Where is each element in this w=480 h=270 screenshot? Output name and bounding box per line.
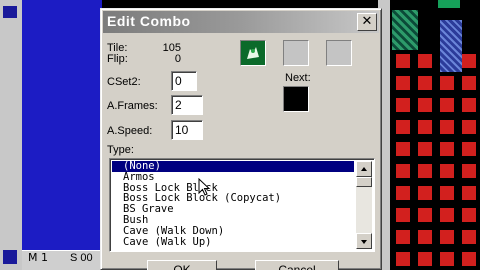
next-label: Next: xyxy=(285,72,311,84)
type-listbox[interactable]: (None) Armos Boss Lock Block Boss Lock Bloc… xyxy=(109,158,375,252)
type-list-items: (None) Armos Boss Lock Block Boss Lock Bloc… xyxy=(112,161,354,247)
palette-tile[interactable] xyxy=(418,186,432,200)
green-marker-icon xyxy=(438,0,460,8)
close-button[interactable]: ✕ xyxy=(357,13,377,31)
palette-tile[interactable] xyxy=(440,208,454,222)
aspeed-field[interactable]: 10 xyxy=(171,120,203,140)
dialog-titlebar[interactable]: Edit Combo ✕ xyxy=(103,11,379,33)
palette-tile[interactable] xyxy=(418,54,432,68)
cancel-button[interactable]: Cancel xyxy=(255,260,339,270)
type-option[interactable]: Cave (Walk Down) xyxy=(112,225,354,237)
dialog-title: Edit Combo xyxy=(107,13,191,29)
cset2-field[interactable]: 0 xyxy=(171,71,197,91)
type-option[interactable]: Armos xyxy=(112,171,354,183)
palette-tile[interactable] xyxy=(462,230,476,244)
left-toolbar-strip xyxy=(0,0,22,270)
close-icon: ✕ xyxy=(361,14,373,29)
type-option[interactable]: BS Grave xyxy=(112,204,354,215)
palette-tile[interactable] xyxy=(396,142,410,156)
palette-tile[interactable] xyxy=(462,186,476,200)
palette-tile[interactable] xyxy=(396,54,410,68)
scroll-down-button[interactable] xyxy=(356,233,372,249)
palette-tile[interactable] xyxy=(418,252,432,266)
green-creature-icon xyxy=(241,41,265,65)
palette-tile[interactable] xyxy=(396,120,410,134)
scroll-thumb[interactable] xyxy=(356,177,372,187)
palette-tile[interactable] xyxy=(462,76,476,90)
palette-tile[interactable] xyxy=(418,76,432,90)
palette-tile[interactable] xyxy=(418,164,432,178)
palette-tile[interactable] xyxy=(440,252,454,266)
palette-tile[interactable] xyxy=(418,230,432,244)
aframes-field[interactable]: 2 xyxy=(171,95,203,115)
combo-tile-palette[interactable] xyxy=(392,50,480,270)
palette-tile[interactable] xyxy=(440,120,454,134)
palette-tile[interactable] xyxy=(462,142,476,156)
cset2-label: CSet2: xyxy=(107,76,141,88)
palette-tile[interactable] xyxy=(462,164,476,178)
palette-tile[interactable] xyxy=(440,164,454,178)
palette-tile[interactable] xyxy=(396,252,410,266)
palette-tile[interactable] xyxy=(462,120,476,134)
type-scrollbar[interactable] xyxy=(356,161,372,249)
combo-slot-3[interactable] xyxy=(326,40,352,66)
scroll-up-button[interactable] xyxy=(356,161,372,177)
palette-tile[interactable] xyxy=(462,98,476,112)
mouse-cursor-icon xyxy=(198,178,211,196)
palette-tile[interactable] xyxy=(440,186,454,200)
blue-tile-icon[interactable] xyxy=(440,20,462,72)
palette-tile[interactable] xyxy=(462,208,476,222)
palette-tile[interactable] xyxy=(418,120,432,134)
flip-value: 0 xyxy=(174,53,181,65)
ok-button[interactable]: OK xyxy=(147,260,217,270)
palette-tile[interactable] xyxy=(440,98,454,112)
palette-tile[interactable] xyxy=(440,76,454,90)
type-option[interactable]: Cave (Walk Up) xyxy=(112,236,354,248)
next-combo-preview[interactable] xyxy=(283,86,309,112)
palette-tile[interactable] xyxy=(396,208,410,222)
palette-tile[interactable] xyxy=(418,208,432,222)
palette-tile[interactable] xyxy=(462,252,476,266)
palette-tile[interactable] xyxy=(396,230,410,244)
palette-tile[interactable] xyxy=(462,54,476,68)
green-tile-icon[interactable] xyxy=(392,10,418,50)
palette-tile[interactable] xyxy=(440,142,454,156)
combo-slot-2[interactable] xyxy=(283,40,309,66)
palette-tile[interactable] xyxy=(396,164,410,178)
palette-tile[interactable] xyxy=(418,142,432,156)
palette-tile[interactable] xyxy=(396,76,410,90)
map-view[interactable] xyxy=(22,0,102,250)
aframes-label: A.Frames: xyxy=(107,100,158,112)
aspeed-label: A.Speed: xyxy=(107,125,153,137)
palette-tile[interactable] xyxy=(396,186,410,200)
edit-combo-dialog: Edit Combo ✕ Tile: 105 Flip: 0 CSet2: 0 … xyxy=(100,8,382,270)
palette-tile[interactable] xyxy=(418,98,432,112)
type-label: Type: xyxy=(107,144,134,156)
palette-tile[interactable] xyxy=(396,98,410,112)
flip-label: Flip: xyxy=(107,53,128,65)
combo-preview[interactable] xyxy=(240,40,266,66)
palette-tile[interactable] xyxy=(440,230,454,244)
